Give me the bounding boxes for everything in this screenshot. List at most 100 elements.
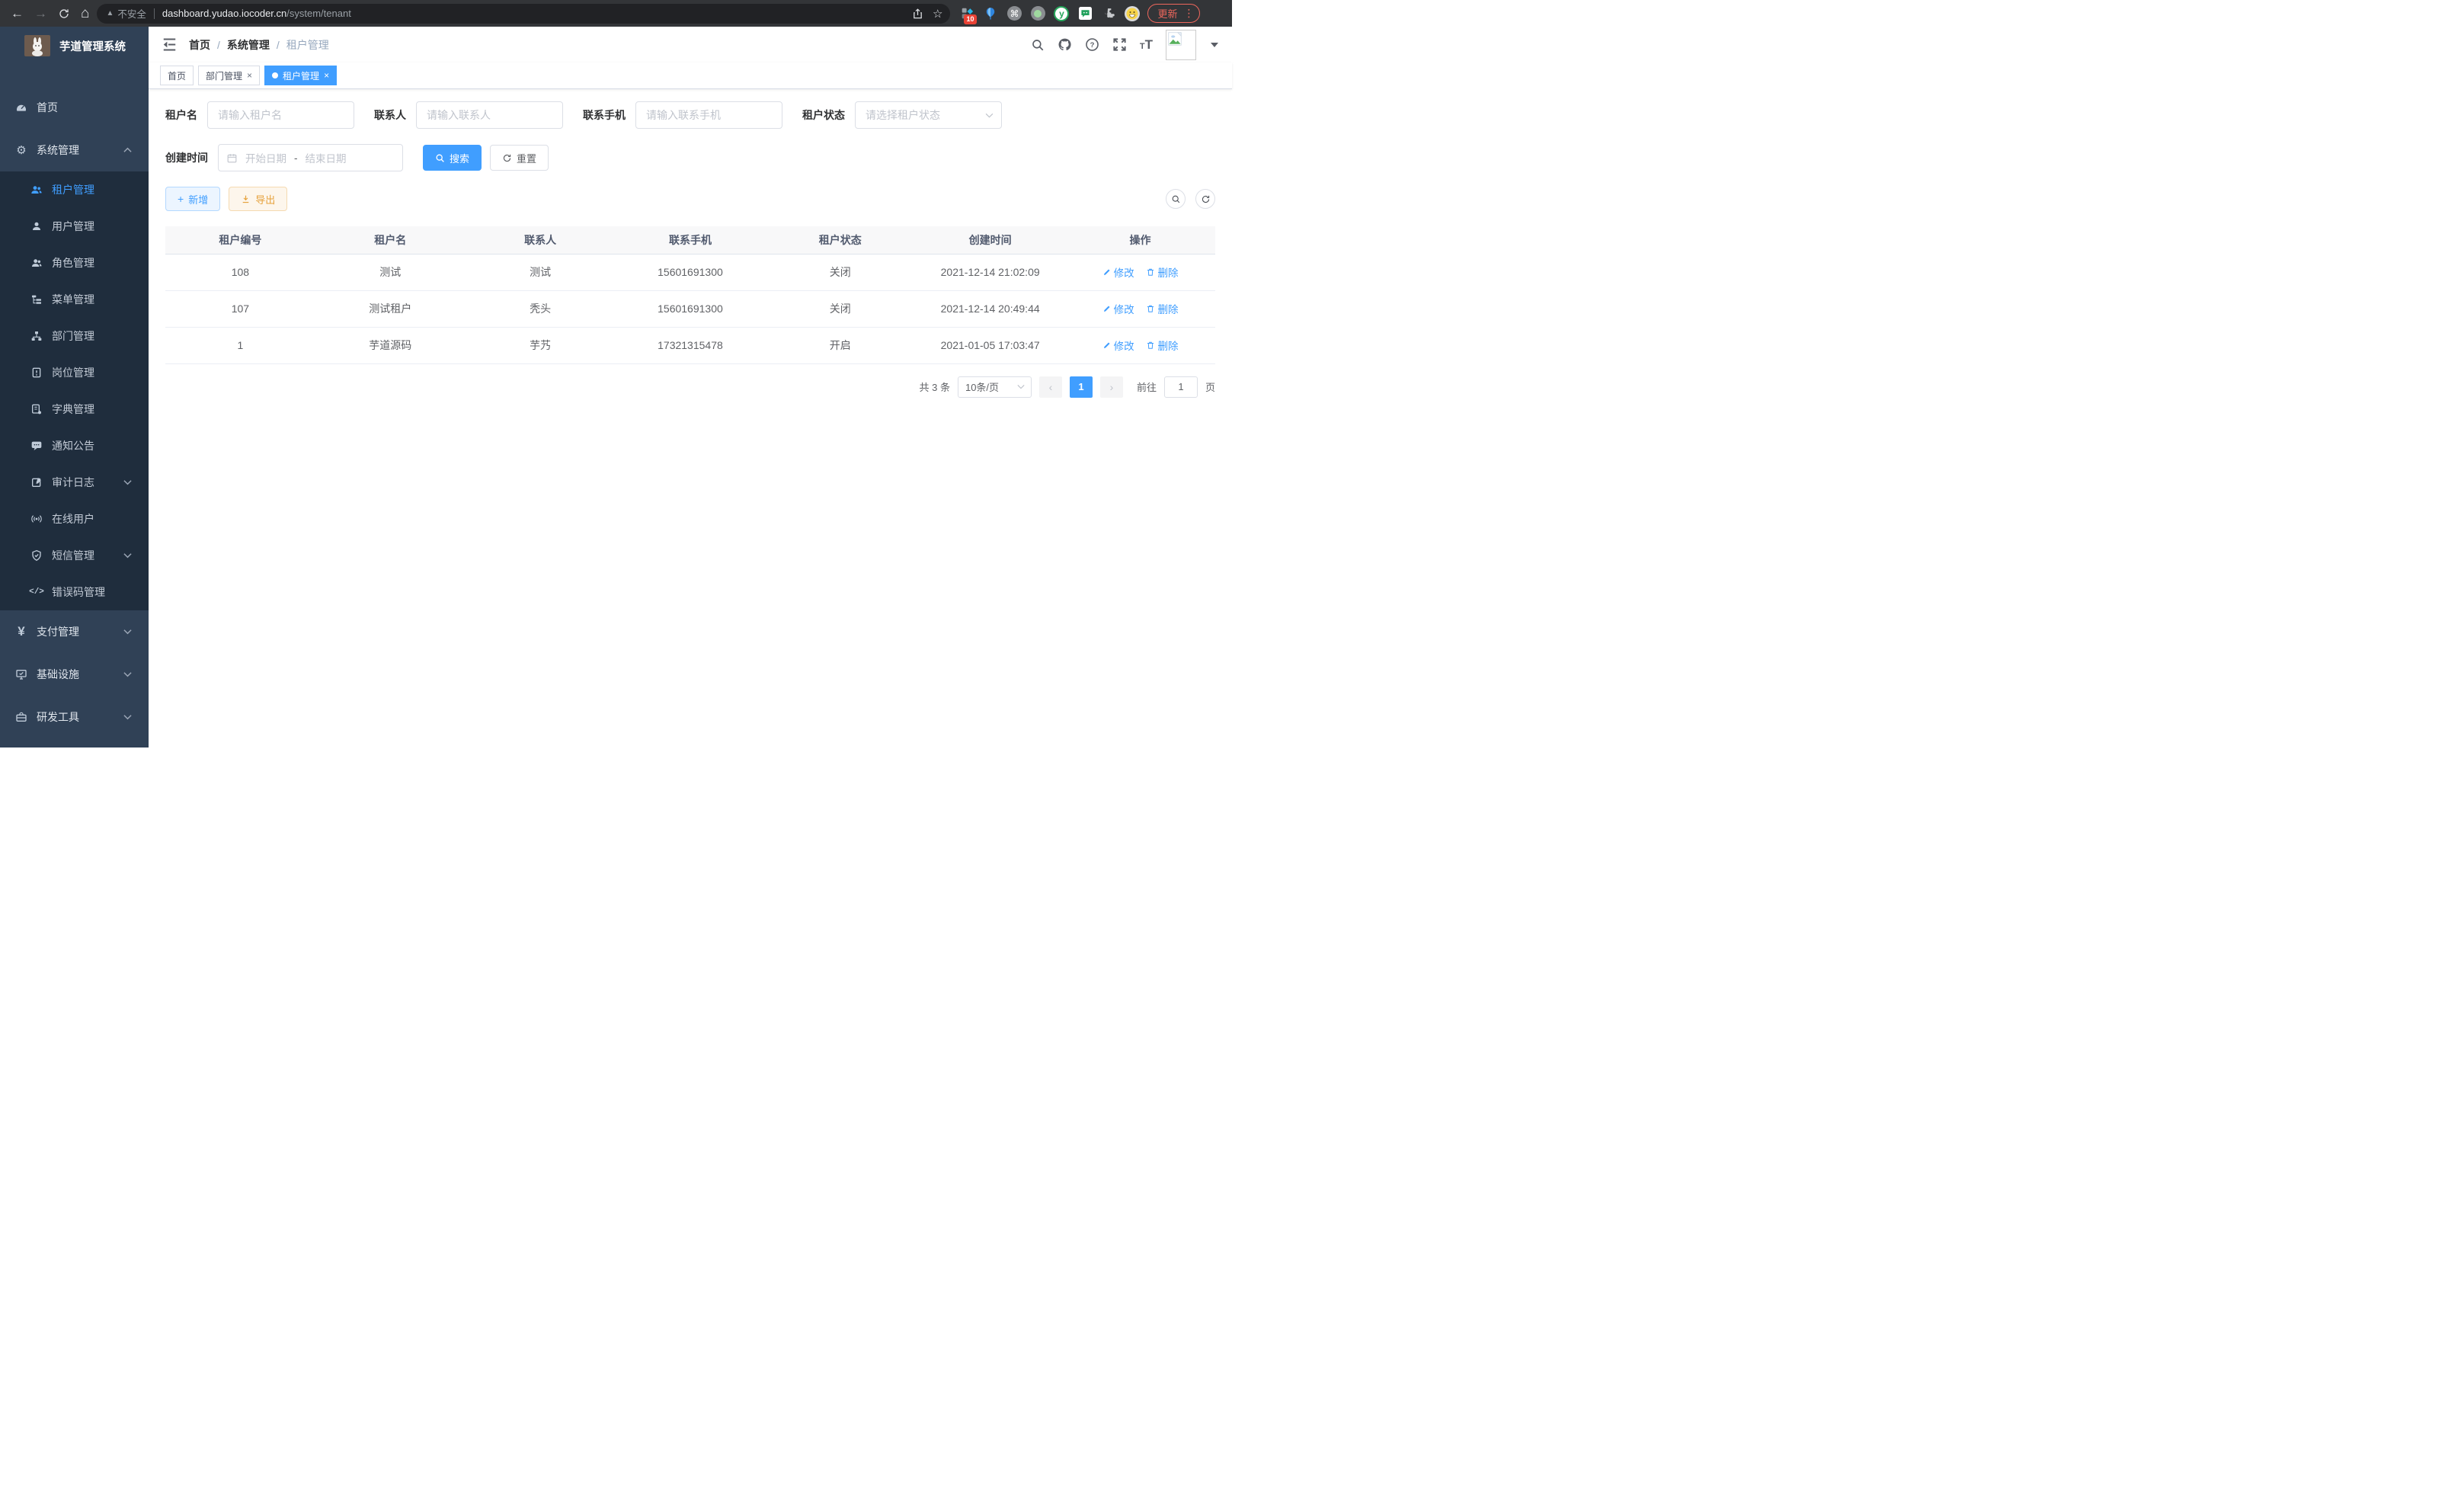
sidebar-item-home[interactable]: 首页 bbox=[0, 86, 149, 129]
create-time-range-picker[interactable]: 开始日期 - 结束日期 bbox=[218, 144, 403, 171]
column-header: 租户名 bbox=[315, 226, 466, 254]
browser-menu-kebab-icon[interactable]: ⋮ bbox=[1184, 7, 1195, 20]
profile-avatar-icon[interactable] bbox=[1125, 6, 1140, 21]
address-bar[interactable]: ▲ 不安全 dashboard.yudao.iocoder.cn/system/… bbox=[97, 4, 950, 24]
avatar-dropdown-caret-icon[interactable] bbox=[1211, 43, 1218, 47]
sidebar-item-menus[interactable]: 菜单管理 bbox=[0, 281, 149, 318]
user-icon bbox=[30, 220, 43, 232]
next-page-button[interactable]: › bbox=[1100, 376, 1123, 398]
filter-row-1: 租户名 联系人 联系手机 租户状态 请选择租户状态 bbox=[165, 101, 1215, 129]
sidebar-item-error-codes[interactable]: </> 错误码管理 bbox=[0, 574, 149, 610]
refresh-table-button[interactable] bbox=[1195, 189, 1215, 209]
reload-icon[interactable] bbox=[58, 8, 70, 20]
status-text: 关闭 bbox=[765, 290, 915, 327]
calendar-icon bbox=[226, 152, 238, 164]
app-logo bbox=[24, 35, 50, 56]
tenant-name-label: 租户名 bbox=[165, 107, 197, 123]
home-icon[interactable]: ⌂ bbox=[81, 6, 89, 21]
active-tab-dot bbox=[272, 72, 278, 78]
current-page-button[interactable]: 1 bbox=[1070, 376, 1093, 398]
tab-departments[interactable]: 部门管理 × bbox=[198, 66, 260, 85]
goto-page-input[interactable] bbox=[1164, 376, 1198, 398]
sidebar-item-online-users[interactable]: 在线用户 bbox=[0, 501, 149, 537]
command-extension-icon[interactable]: ⌘ bbox=[1006, 6, 1022, 21]
sidebar-item-infrastructure[interactable]: 基础设施 bbox=[0, 653, 149, 696]
contact-input[interactable] bbox=[416, 101, 563, 129]
status-select[interactable]: 请选择租户状态 bbox=[855, 101, 1002, 129]
sidebar-item-users[interactable]: 用户管理 bbox=[0, 208, 149, 245]
sidebar-item-payment[interactable]: ¥ 支付管理 bbox=[0, 610, 149, 653]
update-button[interactable]: 更新 ⋮ bbox=[1147, 4, 1199, 23]
sidebar-item-dev-tools[interactable]: 研发工具 bbox=[0, 696, 149, 738]
contact-label: 联系人 bbox=[374, 107, 406, 123]
chat-extension-icon[interactable] bbox=[1077, 6, 1093, 21]
tenant-page-content: 租户名 联系人 联系手机 租户状态 请选择租户状态 bbox=[149, 89, 1232, 748]
sidebar-item-audit-log[interactable]: 审计日志 bbox=[0, 464, 149, 501]
user-avatar[interactable] bbox=[1166, 30, 1196, 60]
recorder-extension-icon[interactable] bbox=[1030, 6, 1045, 21]
phone-input[interactable] bbox=[635, 101, 782, 129]
reset-button[interactable]: 重置 bbox=[490, 145, 549, 171]
online-users-icon bbox=[30, 513, 43, 525]
sidebar-toggle-icon[interactable] bbox=[162, 38, 177, 51]
roles-icon bbox=[30, 257, 43, 269]
security-label: 不安全 bbox=[117, 6, 146, 21]
sidebar-item-system[interactable]: ⚙ 系统管理 bbox=[0, 129, 149, 171]
extension-badge-icon[interactable]: 10 bbox=[959, 6, 974, 21]
plus-icon: + bbox=[178, 193, 184, 205]
github-icon[interactable] bbox=[1058, 37, 1072, 52]
chevron-down-icon bbox=[123, 479, 132, 485]
error-code-icon: </> bbox=[30, 586, 43, 598]
export-button[interactable]: 导出 bbox=[229, 187, 287, 211]
delete-link[interactable]: 删除 bbox=[1146, 301, 1178, 316]
extension-badge-count: 10 bbox=[964, 14, 976, 24]
edit-link[interactable]: 修改 bbox=[1102, 301, 1134, 316]
tab-tenant[interactable]: 租户管理 × bbox=[264, 66, 337, 85]
close-tab-icon[interactable]: × bbox=[247, 70, 252, 81]
forward-icon[interactable]: → bbox=[34, 7, 47, 20]
browser-nav-buttons: ← → ⌂ bbox=[11, 6, 89, 21]
add-button[interactable]: + 新增 bbox=[165, 187, 220, 211]
table-toolbar: + 新增 导出 bbox=[165, 187, 1215, 211]
help-icon[interactable]: ? bbox=[1085, 37, 1099, 52]
chevron-down-icon bbox=[123, 671, 132, 677]
tenant-name-input[interactable] bbox=[207, 101, 354, 129]
edit-link[interactable]: 修改 bbox=[1102, 338, 1134, 353]
close-tab-icon[interactable]: × bbox=[324, 70, 329, 81]
dictionary-icon bbox=[30, 403, 43, 415]
app-logo-row[interactable]: 芋道管理系统 bbox=[0, 27, 149, 65]
sidebar-item-roles[interactable]: 角色管理 bbox=[0, 245, 149, 281]
header-search-icon[interactable] bbox=[1031, 38, 1045, 52]
column-header: 创建时间 bbox=[915, 226, 1065, 254]
sidebar-item-tenant[interactable]: 租户管理 bbox=[0, 171, 149, 208]
pagination-total: 共 3 条 bbox=[920, 379, 950, 394]
security-warning-icon: ▲ bbox=[106, 9, 114, 18]
delete-link[interactable]: 删除 bbox=[1146, 264, 1178, 280]
fullscreen-icon[interactable] bbox=[1112, 37, 1127, 52]
extensions-puzzle-icon[interactable] bbox=[1101, 6, 1116, 21]
sidebar-item-departments[interactable]: 部门管理 bbox=[0, 318, 149, 354]
bookmark-star-icon[interactable]: ☆ bbox=[933, 7, 942, 21]
goto-label: 前往 bbox=[1137, 379, 1157, 394]
status-text: 关闭 bbox=[765, 254, 915, 290]
show-search-toggle-button[interactable] bbox=[1166, 189, 1186, 209]
sidebar-item-sms[interactable]: 短信管理 bbox=[0, 537, 149, 574]
back-icon[interactable]: ← bbox=[11, 7, 24, 20]
search-button[interactable]: 搜索 bbox=[423, 145, 482, 171]
edit-link[interactable]: 修改 bbox=[1102, 264, 1134, 280]
breadcrumb-system[interactable]: 系统管理 bbox=[227, 37, 270, 53]
font-size-icon[interactable]: TT bbox=[1140, 37, 1153, 53]
breadcrumb-home[interactable]: 首页 bbox=[189, 37, 210, 53]
prev-page-button[interactable]: ‹ bbox=[1039, 376, 1062, 398]
sidebar-item-announcements[interactable]: 通知公告 bbox=[0, 427, 149, 464]
balloon-extension-icon[interactable] bbox=[983, 6, 998, 21]
delete-link[interactable]: 删除 bbox=[1146, 338, 1178, 353]
sidebar-item-dictionary[interactable]: 字典管理 bbox=[0, 391, 149, 427]
tab-home[interactable]: 首页 bbox=[160, 66, 194, 85]
y-logo-extension-icon[interactable]: y bbox=[1054, 6, 1069, 21]
sidebar-item-posts[interactable]: 岗位管理 bbox=[0, 354, 149, 391]
gear-icon: ⚙ bbox=[15, 144, 27, 156]
share-icon[interactable] bbox=[912, 8, 923, 20]
column-header: 租户编号 bbox=[165, 226, 315, 254]
page-size-select[interactable]: 10条/页 bbox=[958, 376, 1032, 398]
